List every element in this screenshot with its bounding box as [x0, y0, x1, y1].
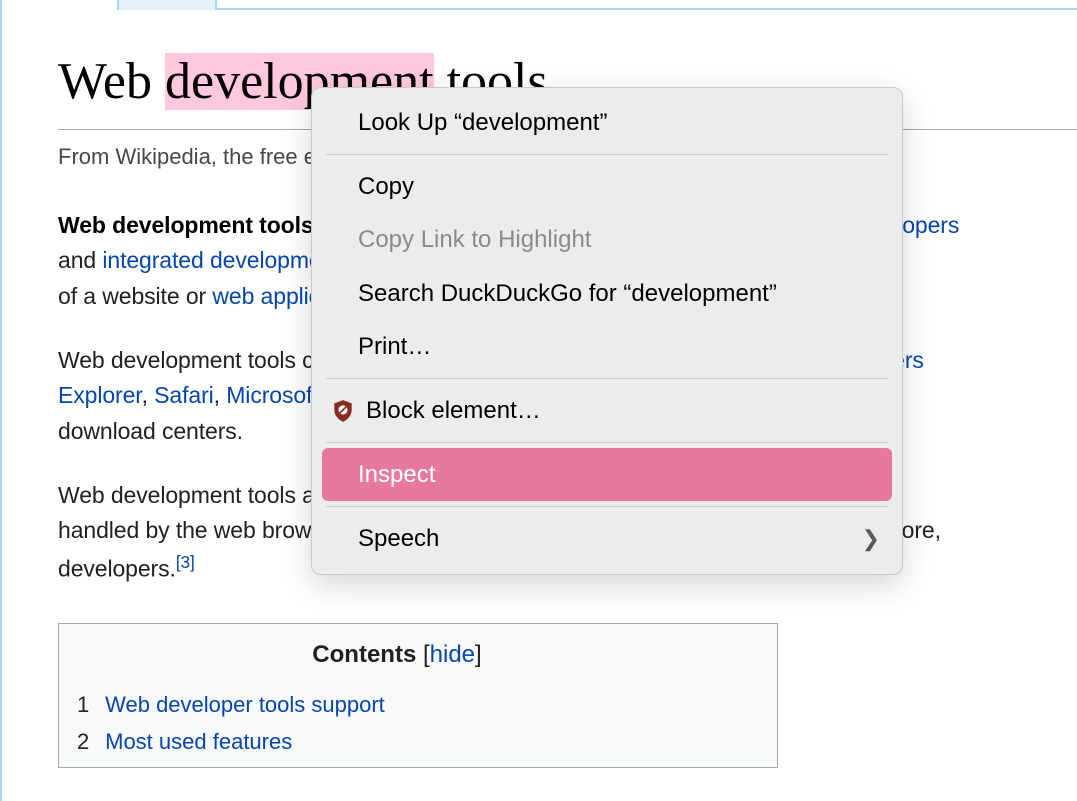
tab-strip: [117, 0, 1077, 10]
p1-bold: Web development tools: [58, 212, 314, 238]
ctxmenu-separator: [326, 154, 888, 155]
ctxmenu-look-up-label: Look Up “development”: [358, 104, 607, 141]
toc-toggle-group: [hide]: [423, 641, 482, 668]
p1-t4: of a website or: [58, 283, 212, 309]
ctxmenu-print[interactable]: Print…: [322, 320, 892, 373]
chevron-right-icon: ❯: [862, 522, 880, 556]
ctxmenu-print-label: Print…: [358, 328, 431, 365]
toc-num: 1: [77, 688, 99, 722]
p3-t3: developers.: [58, 555, 176, 581]
ctxmenu-copy-label: Copy: [358, 168, 414, 205]
ctxmenu-copy-link-label: Copy Link to Highlight: [358, 221, 591, 258]
ctxmenu-copy[interactable]: Copy: [322, 160, 892, 213]
toc-link-1[interactable]: Web developer tools support: [105, 692, 385, 717]
ctxmenu-speech[interactable]: Speech ❯: [322, 512, 892, 565]
toc-toggle[interactable]: hide: [430, 641, 475, 668]
ctxmenu-search-label: Search DuckDuckGo for “development”: [358, 275, 777, 312]
p1-t2: and: [58, 247, 102, 273]
ctxmenu-speech-label: Speech: [358, 520, 439, 557]
ctxmenu-separator: [326, 442, 888, 443]
p2-t3: ,: [142, 382, 155, 408]
p2-t4: ,: [214, 382, 227, 408]
toc-num: 2: [77, 725, 99, 759]
toc-box: Contents [hide] 1 Web developer tools su…: [58, 623, 778, 768]
reference-3[interactable]: [3]: [176, 552, 195, 572]
ctxmenu-search[interactable]: Search DuckDuckGo for “development”: [322, 267, 892, 320]
ctxmenu-separator: [326, 506, 888, 507]
title-pre: Web: [58, 53, 165, 110]
context-menu: Look Up “development” Copy Copy Link to …: [311, 87, 903, 575]
ctxmenu-copy-link-highlight: Copy Link to Highlight: [322, 213, 892, 266]
ublock-shield-icon: [330, 398, 356, 424]
toc-title: Contents: [312, 641, 416, 668]
ctxmenu-block-label: Block element…: [366, 392, 541, 429]
page-viewport: Web development tools From Wikipedia, th…: [0, 0, 1077, 801]
p2-t7: download centers.: [58, 418, 243, 444]
ctxmenu-separator: [326, 378, 888, 379]
ctxmenu-look-up[interactable]: Look Up “development”: [322, 96, 892, 149]
ctxmenu-block-element[interactable]: Block element…: [322, 384, 892, 437]
link-safari[interactable]: Safari: [154, 382, 213, 408]
toc-item: 1 Web developer tools support: [77, 685, 717, 722]
link-explorer[interactable]: Explorer: [58, 382, 142, 408]
toc-item: 2 Most used features: [77, 722, 717, 759]
ctxmenu-inspect[interactable]: Inspect: [322, 448, 892, 501]
toc-header: Contents [hide]: [77, 636, 717, 673]
toc-link-2[interactable]: Most used features: [105, 729, 292, 754]
ctxmenu-inspect-label: Inspect: [358, 456, 435, 493]
